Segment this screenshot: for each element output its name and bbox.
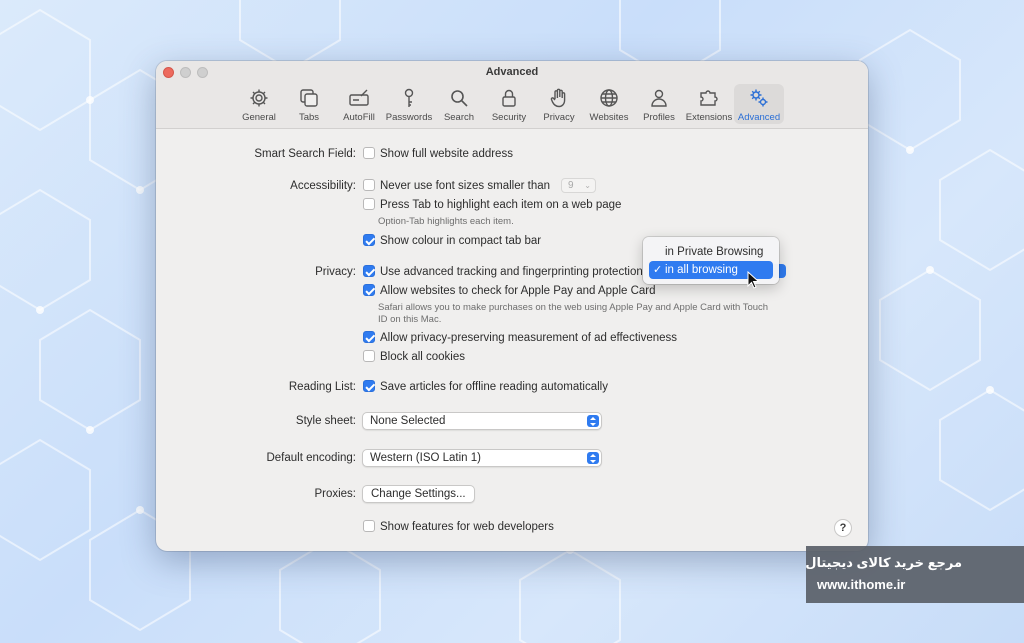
encoding-select[interactable]: Western (ISO Latin 1) [362,449,602,467]
tab-label: General [242,112,276,123]
watermark-tagline: مرجع خرید کالای دیجیتال [805,555,962,570]
tab-advanced[interactable]: Advanced [734,84,784,124]
tab-autofill[interactable]: AutoFill [334,84,384,124]
tab-label: Search [443,112,475,123]
search-icon [451,90,468,107]
hand-icon [550,88,566,108]
person-icon [651,89,667,107]
tab-tabs[interactable]: Tabs [284,84,334,124]
compact-colour-text: Show colour in compact tab bar [380,235,542,247]
tab-label: Profiles [643,112,675,123]
tab-highlight-note: Option-Tab highlights each item. [378,216,514,227]
lock-icon [502,89,516,107]
tab-extensions[interactable]: Extensions [684,84,734,124]
tab-highlight-row: Press Tab to highlight each item on a we… [156,197,868,213]
style-sheet-label: Style sheet: [295,415,356,427]
style-sheet-value: None Selected [370,415,446,427]
min-font-text: Never use font sizes smaller than [380,180,551,192]
block-cookies-row: Block all cookies [156,349,868,365]
tab-profiles[interactable]: Profiles [634,84,684,124]
tab-highlight-checkbox[interactable] [363,198,375,210]
preferences-toolbar: General Tabs AutoFill Passwords Search S… [234,84,784,124]
help-button[interactable]: ? [834,519,852,537]
compact-colour-checkbox[interactable] [363,234,375,246]
checkmark-icon: ✓ [653,264,663,276]
gears-icon [750,89,768,107]
mouse-pointer-icon [747,271,760,289]
tab-label: Privacy [543,112,575,123]
tab-label: Passwords [385,112,433,123]
menu-item-label: in all browsing [665,264,738,276]
advanced-pane: Smart Search Field: Show full website ad… [156,130,868,551]
globe-icon [600,89,618,107]
autofill-icon [349,89,369,106]
encoding-label: Default encoding: [266,452,356,464]
settings-window: Advanced General Tabs AutoFill Passwords… [156,61,868,551]
ad-measurement-text: Allow privacy-preserving measurement of … [380,332,678,344]
tab-label: Security [491,112,527,123]
reading-list-label: Reading List: [288,381,356,393]
smart-search-row: Smart Search Field: Show full website ad… [156,146,868,162]
tab-label: Advanced [737,112,781,123]
proxies-row: Proxies: Change Settings... [156,485,868,503]
accessibility-label: Accessibility: [290,180,356,192]
tab-label: Extensions [685,112,733,123]
gear-icon [250,89,268,107]
offline-reading-text: Save articles for offline reading automa… [380,381,608,393]
tab-search[interactable]: Search [434,84,484,124]
developer-row: Show features for web developers [156,519,868,535]
tab-passwords[interactable]: Passwords [384,84,434,124]
tab-highlight-text: Press Tab to highlight each item on a we… [380,199,622,211]
block-cookies-text: Block all cookies [380,351,466,363]
titlebar: Advanced General Tabs AutoFill Passwords… [156,61,868,129]
privacy-label: Privacy: [315,266,356,278]
ad-measurement-checkbox[interactable] [363,331,375,343]
show-full-address-checkbox[interactable] [363,147,375,159]
tab-websites[interactable]: Websites [584,84,634,124]
tab-security[interactable]: Security [484,84,534,124]
tab-label: Websites [589,112,629,123]
style-sheet-row: Style sheet: None Selected [156,412,868,430]
apple-pay-checkbox[interactable] [363,284,375,296]
offline-reading-checkbox[interactable] [363,380,375,392]
tab-label: AutoFill [343,112,375,123]
popup-arrows-icon [587,415,599,427]
change-settings-button[interactable]: Change Settings... [362,485,475,503]
reading-list-row: Reading List: Save articles for offline … [156,379,868,395]
watermark-url: www.ithome.ir [817,577,906,592]
encoding-row: Default encoding: Western (ISO Latin 1) [156,449,868,467]
min-font-size-select[interactable]: 9 ⌄ [561,178,596,193]
tabs-icon [300,89,318,107]
chevron-down-icon: ⌄ [584,181,591,190]
accessibility-row: Accessibility: Never use font sizes smal… [156,178,868,194]
tracking-protection-checkbox[interactable] [363,265,375,277]
window-title: Advanced [485,66,539,78]
min-font-size-value: 9 [568,180,574,191]
style-sheet-select[interactable]: None Selected [362,412,602,430]
tab-privacy[interactable]: Privacy [534,84,584,124]
min-font-checkbox[interactable] [363,179,375,191]
apple-pay-row: Allow websites to check for Apple Pay an… [156,283,868,299]
tab-label: Tabs [298,112,320,123]
developer-features-text: Show features for web developers [380,521,554,533]
menu-item-private-browsing[interactable]: in Private Browsing [649,243,773,261]
encoding-value: Western (ISO Latin 1) [370,452,481,464]
apple-pay-note: Safari allows you to make purchases on t… [378,302,769,325]
ad-measurement-row: Allow privacy-preserving measurement of … [156,330,868,346]
tracking-protection-text: Use advanced tracking and fingerprinting… [380,266,643,278]
show-full-address-text: Show full website address [380,148,513,160]
puzzle-icon [700,90,718,106]
watermark-banner: مرجع خرید کالای دیجیتال www.ithome.ir [805,546,1024,603]
block-cookies-checkbox[interactable] [363,350,375,362]
apple-pay-text: Allow websites to check for Apple Pay an… [380,285,656,297]
developer-features-checkbox[interactable] [363,520,375,532]
smart-search-label: Smart Search Field: [254,148,356,160]
key-icon [404,88,414,107]
tab-general[interactable]: General [234,84,284,124]
popup-arrows-icon [587,452,599,464]
proxies-label: Proxies: [314,488,356,500]
